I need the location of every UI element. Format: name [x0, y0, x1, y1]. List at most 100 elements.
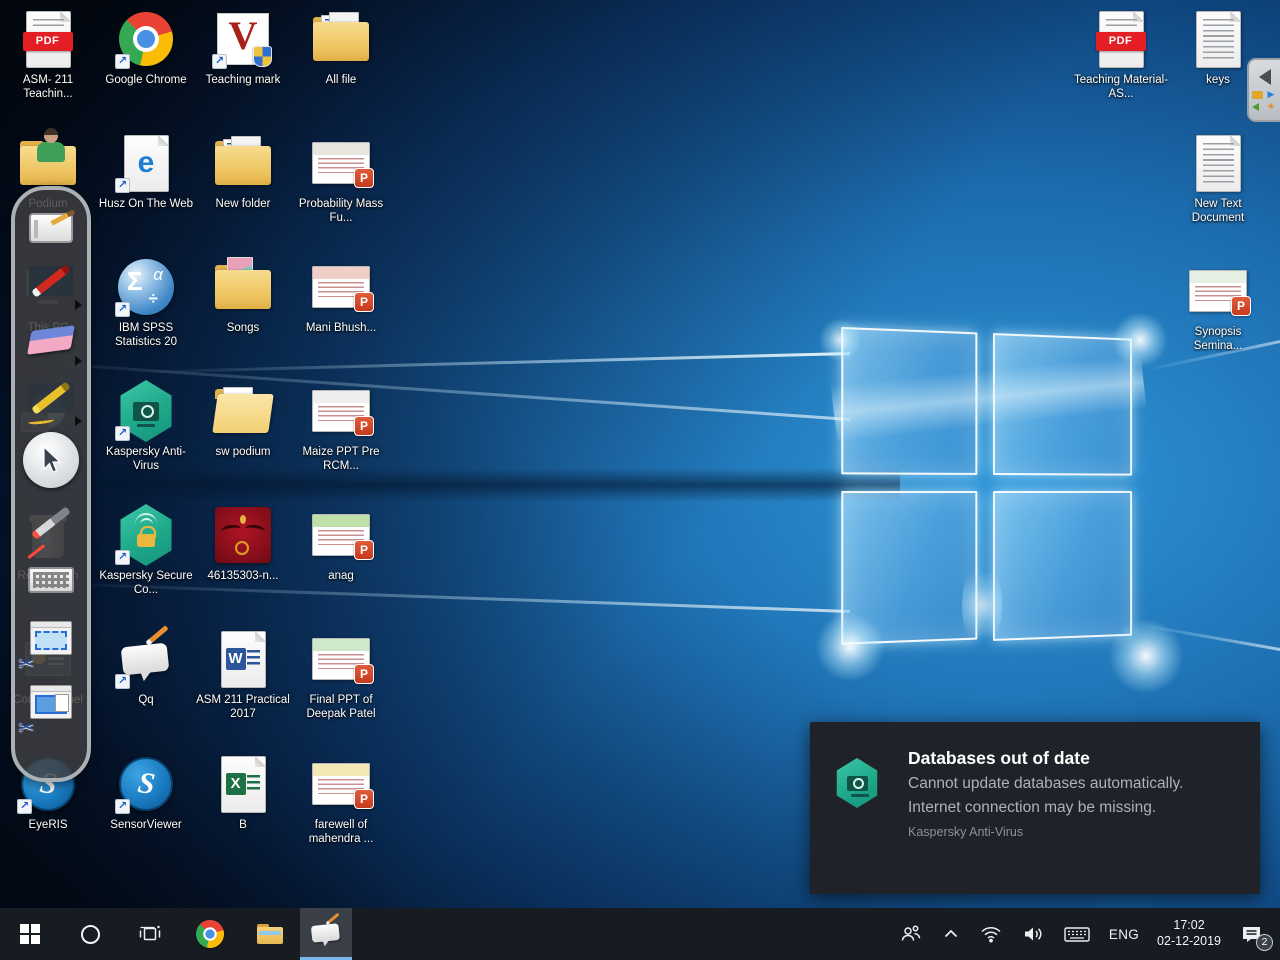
- desktop-icon-label: New folder: [216, 197, 271, 211]
- desktop-icon-new-folder[interactable]: New folder: [195, 132, 291, 211]
- shortcut-arrow-icon: ↗: [115, 54, 130, 69]
- taskbar: ENG 17:02 02-12-2019 2: [0, 908, 1280, 960]
- desktop-icon-label: Kaspersky Secure Co...: [98, 569, 194, 597]
- action-center-icon[interactable]: 2: [1230, 908, 1274, 960]
- desktop-icon-synopsis-semina[interactable]: P Synopsis Semina...: [1170, 260, 1266, 353]
- hidden-icons-chevron[interactable]: [932, 908, 970, 960]
- folder-mini-icon: [1252, 91, 1263, 99]
- desktop-icon-label: Teaching Material-AS...: [1073, 73, 1169, 101]
- cursor-tool[interactable]: [22, 428, 80, 492]
- cortana-icon: [81, 925, 100, 944]
- qq-icon: ↗: [114, 628, 178, 690]
- pdf-icon: PDF: [1089, 8, 1153, 70]
- desktop-icon-sensorviewer[interactable]: S↗SensorViewer: [98, 753, 194, 832]
- wifi-icon[interactable]: [970, 908, 1012, 960]
- file-explorer-button[interactable]: [240, 908, 300, 960]
- onscreen-keyboard-tool[interactable]: [22, 554, 80, 606]
- desktop-icon-qq[interactable]: ↗ Qq: [98, 628, 194, 707]
- desktop-icon-label: Final PPT of Deepak Patel: [293, 693, 389, 721]
- submenu-arrow-icon[interactable]: [75, 300, 82, 310]
- desktop-icon-label: New Text Document: [1170, 197, 1266, 225]
- speaker-mini-icon: [1252, 103, 1259, 111]
- desktop-icon-46135303-n[interactable]: 46135303-n...: [195, 504, 291, 583]
- desktop-icon-kaspersky-secure-co[interactable]: ↗Kaspersky Secure Co...: [98, 504, 194, 597]
- submenu-arrow-icon[interactable]: [75, 416, 82, 426]
- volume-icon[interactable]: [1012, 908, 1054, 960]
- qq-icon: [310, 921, 341, 945]
- chrome-icon: ↗: [114, 8, 178, 70]
- desktop-icon-label: EyeRIS: [29, 818, 68, 832]
- spss-icon: Σα÷↗: [114, 256, 178, 318]
- shortcut-arrow-icon: ↗: [115, 178, 130, 193]
- people-icon[interactable]: [890, 908, 932, 960]
- docked-toolbar-collapsed[interactable]: ▶ ★: [1247, 58, 1280, 122]
- ppt-icon: P: [1186, 260, 1250, 322]
- desktop-icon-label: Mani Bhush...: [306, 321, 376, 335]
- tablet-pen-tool[interactable]: [22, 206, 80, 250]
- desktop-icon-probability-mass-fu[interactable]: PProbability Mass Fu...: [293, 132, 389, 225]
- textdoc-icon: [1186, 8, 1250, 70]
- clock[interactable]: 17:02 02-12-2019: [1148, 908, 1230, 960]
- screen-capture-tool[interactable]: ✂: [22, 606, 80, 670]
- desktop-icon-all-file[interactable]: All file: [293, 8, 389, 87]
- desktop-icon-final-ppt-of-deepak-patel[interactable]: PFinal PPT of Deepak Patel: [293, 628, 389, 721]
- screen-highlighter-tool[interactable]: [22, 368, 80, 428]
- pdf-icon: PDF: [16, 8, 80, 70]
- desktop-icon-label: Qq: [138, 693, 153, 707]
- desktop-icon-ibm-spss-statistics-20[interactable]: Σα÷↗IBM SPSS Statistics 20: [98, 256, 194, 349]
- desktop-icon-teaching-material-as[interactable]: PDF Teaching Material-AS...: [1073, 8, 1169, 101]
- desktop-icon-mani-bhush[interactable]: PMani Bhush...: [293, 256, 389, 335]
- play-mini-icon: ▶: [1265, 89, 1277, 100]
- task-view-button[interactable]: [120, 908, 180, 960]
- desktop-icon-sw-podium[interactable]: sw podium: [195, 380, 291, 459]
- cortana-button[interactable]: [60, 908, 120, 960]
- swirl-icon: S↗: [114, 753, 178, 815]
- ppt-icon: P: [309, 132, 373, 194]
- chrome-taskbar-button[interactable]: [180, 908, 240, 960]
- desktop-icon-label: Teaching mark: [206, 73, 281, 87]
- shortcut-arrow-icon: ↗: [212, 54, 227, 69]
- desktop-icon-label: keys: [1206, 73, 1230, 87]
- notification-count-badge: 2: [1256, 934, 1273, 951]
- shortcut-arrow-icon: ↗: [115, 426, 130, 441]
- kaspersky-notification[interactable]: Databases out of date Cannot update data…: [810, 722, 1260, 894]
- laser-pointer-tool[interactable]: [22, 492, 80, 554]
- desktop-icon-label: anag: [328, 569, 354, 583]
- floating-pen-toolbar[interactable]: ✂✂: [11, 186, 91, 782]
- desktop-icon-new-text-document[interactable]: New Text Document: [1170, 132, 1266, 225]
- desktop-icon-teaching-mark[interactable]: V↗Teaching mark: [195, 8, 291, 87]
- touch-keyboard-icon[interactable]: [1054, 908, 1100, 960]
- desktop-icon-label: sw podium: [216, 445, 271, 459]
- desktop-icon-husz-on-the-web[interactable]: e↗Husz On The Web: [98, 132, 194, 211]
- image-red-icon: [211, 504, 275, 566]
- start-button[interactable]: [0, 908, 60, 960]
- eraser-tool[interactable]: [22, 312, 80, 368]
- desktop-icon-label: B: [239, 818, 247, 832]
- desktop-icon-songs[interactable]: Songs: [195, 256, 291, 335]
- desktop-icon-google-chrome[interactable]: ↗ Google Chrome: [98, 8, 194, 87]
- explorer-icon: [257, 924, 283, 944]
- desktop-icon-label: ASM 211 Practical 2017: [195, 693, 291, 721]
- desktop-icon-b[interactable]: XB: [195, 753, 291, 832]
- desktop-icon-asm-211-practical-2017[interactable]: WASM 211 Practical 2017: [195, 628, 291, 721]
- submenu-arrow-icon[interactable]: [75, 356, 82, 366]
- desktop-icon-anag[interactable]: Panag: [293, 504, 389, 583]
- notification-body: Cannot update databases automatically. I…: [908, 772, 1208, 821]
- excel-icon: X: [211, 753, 275, 815]
- chrome-icon: [196, 920, 224, 948]
- window-capture-tool[interactable]: ✂: [22, 670, 80, 734]
- desktop-icon-asm-211-teachin[interactable]: PDF ASM- 211 Teachin...: [0, 8, 96, 101]
- desktop-icon-maize-ppt-pre-rcm[interactable]: PMaize PPT Pre RCM...: [293, 380, 389, 473]
- pen-app-button[interactable]: [300, 908, 352, 960]
- folder-media-icon: [211, 256, 275, 318]
- desktop-icon-kaspersky-anti-virus[interactable]: ↗Kaspersky Anti-Virus: [98, 380, 194, 473]
- notification-source: Kaspersky Anti-Virus: [908, 825, 1208, 839]
- screen-pen-tool[interactable]: [22, 250, 80, 312]
- desktop-icon-label: ASM- 211 Teachin...: [0, 73, 96, 101]
- desktop-icon-label: Synopsis Semina...: [1170, 325, 1266, 353]
- desktop-icon-label: Husz On The Web: [99, 197, 193, 211]
- expand-left-icon[interactable]: [1259, 69, 1271, 85]
- desktop-icon-label: Google Chrome: [105, 73, 186, 87]
- desktop-icon-farewell-of-mahendra[interactable]: Pfarewell of mahendra ...: [293, 753, 389, 846]
- language-indicator[interactable]: ENG: [1100, 908, 1148, 960]
